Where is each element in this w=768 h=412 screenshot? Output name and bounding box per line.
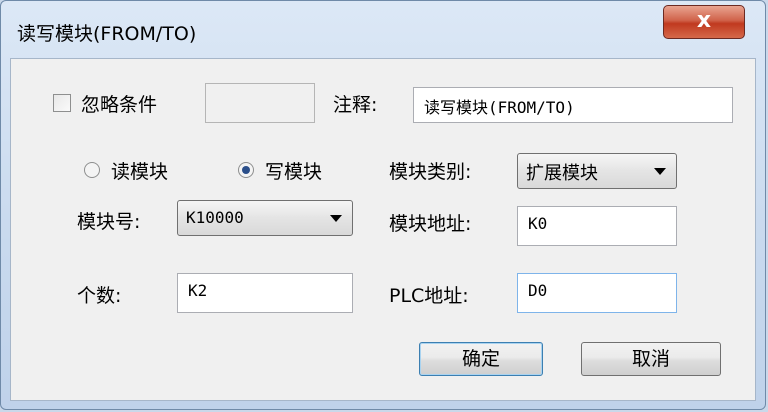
dialog-window: 读写模块(FROM/TO) x 忽略条件 注释: 读写模块(FROM/TO) 读… <box>0 0 766 410</box>
dialog-title: 读写模块(FROM/TO) <box>17 23 197 45</box>
comment-label: 注释: <box>333 94 378 116</box>
count-input[interactable]: K2 <box>177 273 353 313</box>
count-label: 个数: <box>77 285 122 307</box>
plc-address-label: PLC地址: <box>389 285 469 307</box>
ignore-condition-label: 忽略条件 <box>81 94 158 116</box>
read-module-radio[interactable] <box>84 162 100 178</box>
module-category-select[interactable]: 扩展模块 <box>517 153 677 189</box>
write-module-radio[interactable] <box>238 162 254 178</box>
cancel-button[interactable]: 取消 <box>581 342 721 376</box>
module-address-label: 模块地址: <box>389 213 472 235</box>
ignore-condition-checkbox[interactable] <box>53 94 71 112</box>
module-category-label: 模块类别: <box>389 161 472 183</box>
close-button[interactable]: x <box>663 5 745 39</box>
dialog-body: 忽略条件 注释: 读写模块(FROM/TO) 读模块 写模块 模块类别: 扩展模… <box>10 58 756 401</box>
title-bar[interactable]: 读写模块(FROM/TO) x <box>1 1 765 57</box>
write-module-label: 写模块 <box>265 161 323 183</box>
radio-selected-dot <box>242 166 250 174</box>
read-module-label: 读模块 <box>111 161 169 183</box>
plc-address-input[interactable]: D0 <box>517 273 677 313</box>
comment-input[interactable]: 读写模块(FROM/TO) <box>413 87 733 123</box>
chevron-down-icon <box>330 215 342 222</box>
module-number-label: 模块号: <box>77 211 141 233</box>
ignore-condition-field[interactable] <box>205 83 315 123</box>
chevron-down-icon <box>654 168 666 175</box>
module-number-value: K10000 <box>186 208 244 227</box>
ok-button[interactable]: 确定 <box>419 342 543 376</box>
module-address-input[interactable]: K0 <box>517 206 677 246</box>
module-category-value: 扩展模块 <box>526 163 598 184</box>
close-icon: x <box>696 8 712 33</box>
module-number-select[interactable]: K10000 <box>177 200 353 236</box>
